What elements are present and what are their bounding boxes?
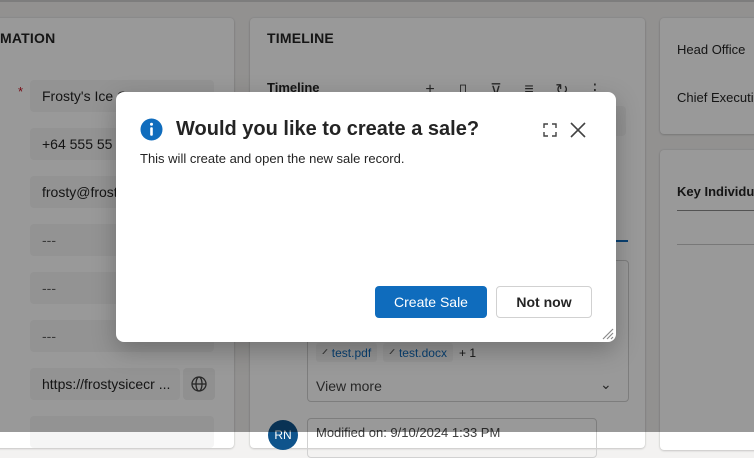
expand-icon[interactable] bbox=[540, 120, 560, 140]
resize-grip-icon[interactable] bbox=[600, 326, 614, 340]
dialog-title: Would you like to create a sale? bbox=[176, 118, 480, 140]
info-icon bbox=[140, 118, 163, 141]
create-sale-button[interactable]: Create Sale bbox=[375, 286, 487, 318]
create-sale-dialog: Would you like to create a sale? This wi… bbox=[116, 92, 616, 342]
close-icon[interactable] bbox=[568, 120, 588, 140]
not-now-button[interactable]: Not now bbox=[496, 286, 592, 318]
dialog-message: This will create and open the new sale r… bbox=[140, 151, 405, 166]
